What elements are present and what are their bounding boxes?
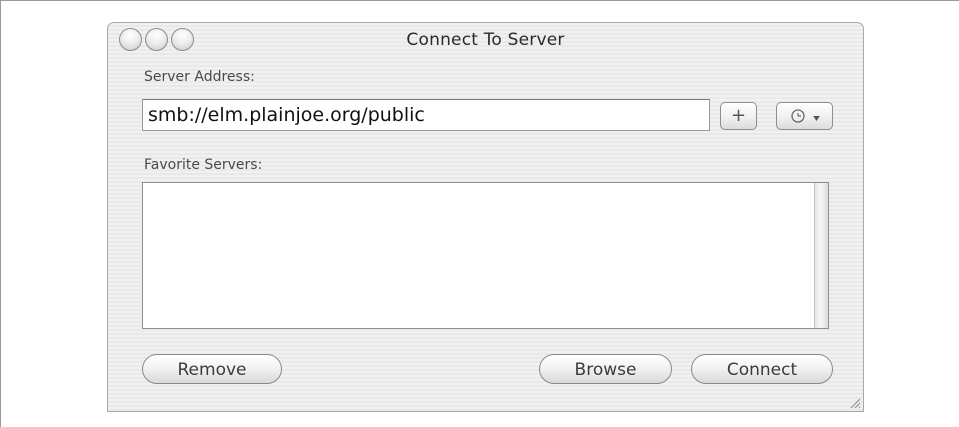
server-address-input[interactable] [142, 99, 710, 131]
window-title: Connect To Server [406, 30, 565, 50]
connect-to-server-window: Connect To Server Server Address: + Favo… [107, 22, 864, 412]
favorite-servers-list[interactable] [142, 182, 829, 329]
clock-icon [791, 109, 805, 123]
favorite-servers-label: Favorite Servers: [144, 157, 263, 173]
title-bar[interactable]: Connect To Server [108, 23, 863, 59]
chevron-down-icon [813, 116, 820, 121]
server-address-label: Server Address: [144, 69, 255, 85]
scrollbar[interactable] [814, 183, 828, 328]
add-favorite-button[interactable]: + [720, 102, 757, 130]
recent-servers-button[interactable] [776, 102, 833, 130]
browse-button[interactable]: Browse [539, 354, 672, 384]
resize-grip-icon[interactable] [847, 395, 861, 409]
remove-button[interactable]: Remove [142, 354, 282, 384]
connect-button[interactable]: Connect [691, 354, 833, 384]
